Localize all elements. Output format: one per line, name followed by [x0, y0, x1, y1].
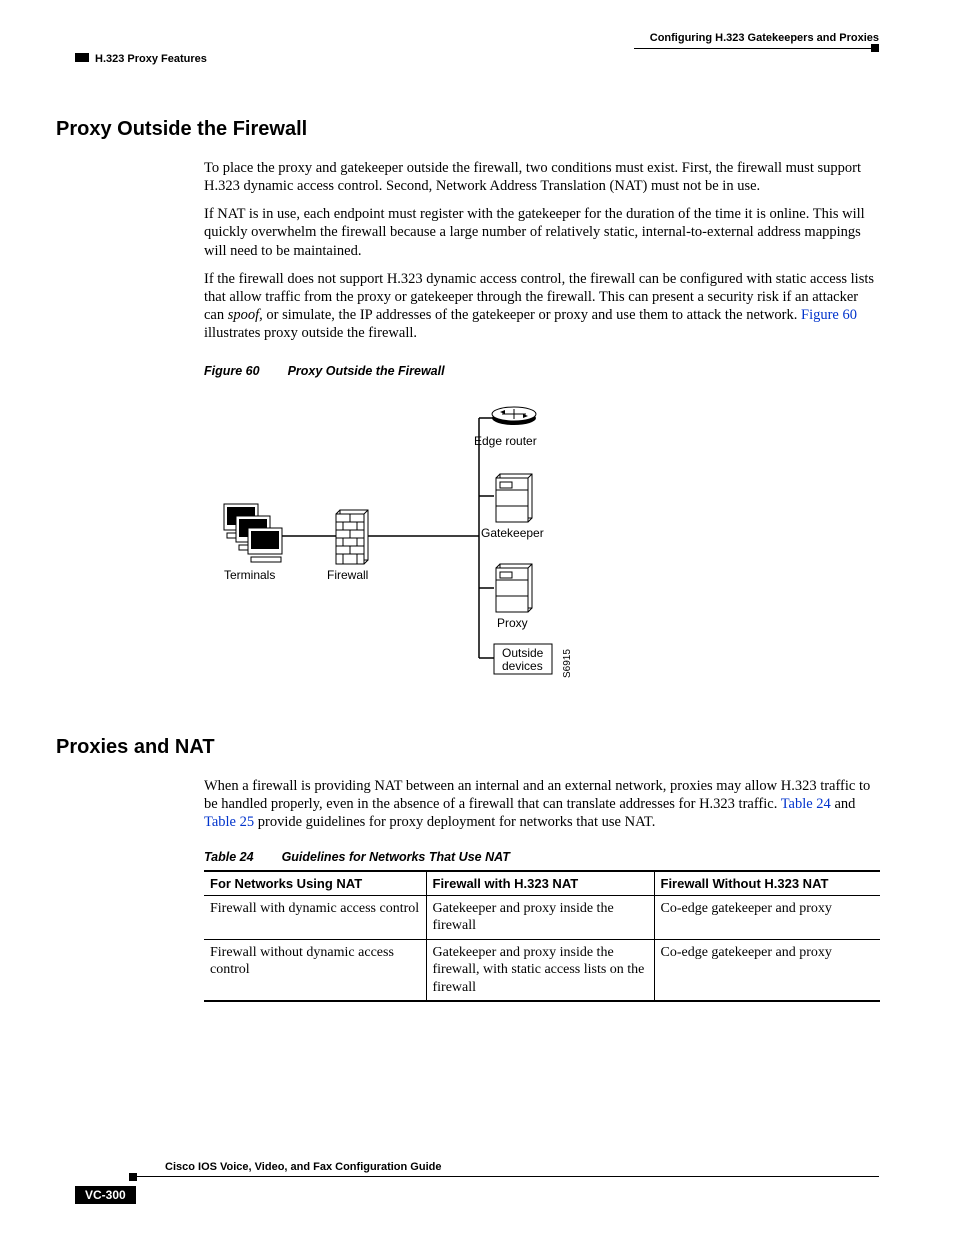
footer-rule: [129, 1176, 879, 1177]
section2-p1: When a firewall is providing NAT between…: [204, 777, 879, 831]
header-left-marker: [75, 53, 89, 62]
section2-heading: Proxies and NAT: [56, 736, 879, 759]
proxy-icon: [496, 564, 532, 612]
figure-label: Figure 60: [204, 364, 260, 378]
nat-guidelines-table: For Networks Using NAT Firewall with H.3…: [204, 870, 880, 1003]
header-section: H.323 Proxy Features: [95, 53, 207, 65]
table-row: Firewall with dynamic access control Gat…: [204, 895, 880, 939]
section1-heading: Proxy Outside the Firewall: [56, 118, 879, 141]
outside-label1: Outside: [502, 646, 543, 660]
page-number: VC-300: [75, 1186, 136, 1204]
section1-p2: If NAT is in use, each endpoint must reg…: [204, 205, 879, 259]
table-caption: Table 24 Guidelines for Networks That Use…: [204, 850, 879, 864]
section1-body: To place the proxy and gatekeeper outsid…: [204, 159, 879, 342]
section2-p1c: provide guidelines for proxy deployment …: [254, 814, 655, 830]
table-row: Firewall without dynamic access control …: [204, 939, 880, 1001]
outside-label2: devices: [502, 659, 543, 673]
gatekeeper-icon: [496, 474, 532, 522]
table-title: Guidelines for Networks That Use NAT: [282, 850, 510, 864]
figure-side-num: S6915: [562, 649, 573, 678]
table-label: Table 24: [204, 850, 254, 864]
section2-p1a: When a firewall is providing NAT between…: [204, 778, 870, 812]
cell-r1c3: Co-edge gatekeeper and proxy: [654, 895, 880, 939]
table-header-row: For Networks Using NAT Firewall with H.3…: [204, 871, 880, 896]
section1-p3b: , or simulate, the IP addresses of the g…: [259, 307, 801, 323]
content: Proxy Outside the Firewall To place the …: [56, 118, 879, 1002]
gatekeeper-label: Gatekeeper: [481, 526, 544, 540]
figure-caption: Figure 60 Proxy Outside the Firewall: [204, 364, 879, 378]
section2-body: When a firewall is providing NAT between…: [204, 777, 879, 831]
diagram-svg: [204, 388, 704, 708]
section1-p3: If the firewall does not support H.323 d…: [204, 270, 879, 343]
th-c1: For Networks Using NAT: [204, 871, 426, 896]
section2-p1b: and: [831, 796, 856, 812]
th-c2: Firewall with H.323 NAT: [426, 871, 654, 896]
section1-p3c: illustrates proxy outside the firewall.: [204, 325, 417, 341]
spoof-italic: spoof: [228, 307, 259, 323]
cell-r2c2: Gatekeeper and proxy inside the firewall…: [426, 939, 654, 1001]
table24-ref-link[interactable]: Table 24: [781, 796, 831, 812]
cell-r2c3: Co-edge gatekeeper and proxy: [654, 939, 880, 1001]
cell-r1c2: Gatekeeper and proxy inside the firewall: [426, 895, 654, 939]
header-right-marker: [871, 44, 879, 52]
table25-ref-link[interactable]: Table 25: [204, 814, 254, 830]
cell-r1c1: Firewall with dynamic access control: [204, 895, 426, 939]
header-chapter: Configuring H.323 Gatekeepers and Proxie…: [650, 32, 879, 44]
section1-p1: To place the proxy and gatekeeper outsid…: [204, 159, 879, 195]
terminals-icon: [224, 504, 282, 562]
th-c3: Firewall Without H.323 NAT: [654, 871, 880, 896]
figure60-ref-link[interactable]: Figure 60: [801, 307, 857, 323]
firewall-label: Firewall: [327, 568, 368, 582]
cell-r2c1: Firewall without dynamic access control: [204, 939, 426, 1001]
figure-title: Proxy Outside the Firewall: [288, 364, 445, 378]
figure-diagram: Edge router Gatekeeper Terminals Firewal…: [204, 388, 704, 708]
edge-router-label: Edge router: [474, 434, 537, 448]
page: Configuring H.323 Gatekeepers and Proxie…: [0, 0, 954, 1235]
proxy-label: Proxy: [497, 616, 528, 630]
edge-router-icon: [492, 407, 536, 425]
firewall-icon: [336, 510, 368, 564]
footer-title: Cisco IOS Voice, Video, and Fax Configur…: [165, 1161, 441, 1173]
terminals-label: Terminals: [224, 568, 275, 582]
header-right-rule: [634, 48, 879, 49]
footer-bar: [129, 1173, 137, 1181]
